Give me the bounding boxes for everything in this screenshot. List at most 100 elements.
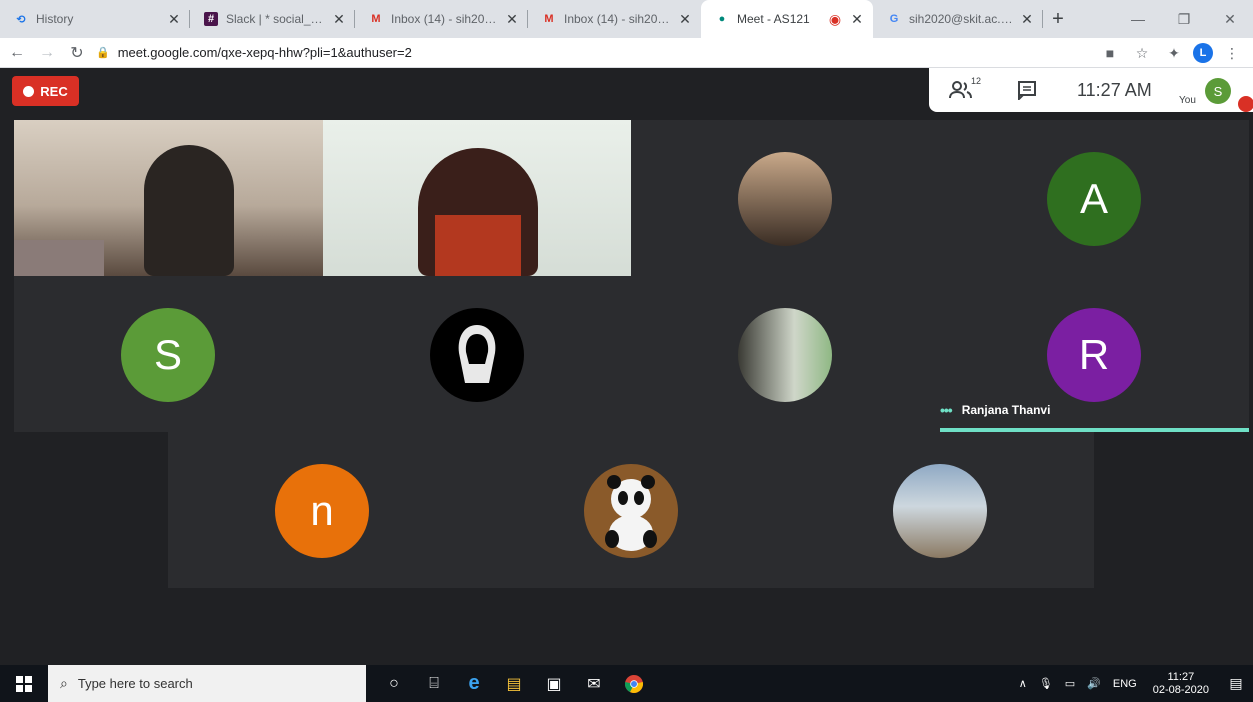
taskbar-clock[interactable]: 11:27 02-08-2020 (1153, 671, 1209, 697)
taskbar-apps: ○ ⌸ e ▤ ▣ ✉ (374, 665, 654, 702)
task-view-icon[interactable]: ⌸ (414, 665, 454, 702)
show-hidden-icons-icon[interactable]: ∧ (1019, 677, 1027, 690)
close-icon[interactable]: ✕ (166, 11, 182, 28)
tab-title: sih2020@skit.ac.in - Go (909, 12, 1013, 26)
initial-avatar: R (1047, 308, 1141, 402)
history-icon: ⟲ (16, 13, 26, 26)
clothing-detail (435, 215, 521, 276)
new-tab-button[interactable]: + (1043, 0, 1073, 38)
participant-photo-avatar (738, 308, 832, 402)
extensions-icon[interactable]: ✦ (1161, 40, 1187, 66)
record-dot-icon (23, 85, 35, 97)
tile-participant-hoodie[interactable] (323, 276, 631, 432)
active-speaker-label: ••• Ranjana Thanvi (940, 402, 1050, 418)
clock-date: 02-08-2020 (1152, 683, 1209, 696)
tile-participant-panda[interactable] (477, 432, 786, 588)
start-button[interactable] (0, 665, 48, 702)
people-icon (949, 81, 972, 99)
tab-history[interactable]: ⟲ History ✕ (0, 0, 190, 38)
self-avatar[interactable]: S (1205, 78, 1231, 104)
mail-icon[interactable]: ✉ (574, 665, 614, 702)
close-icon[interactable]: ✕ (331, 11, 347, 28)
file-explorer-icon[interactable]: ▤ (494, 665, 534, 702)
panda-toy-icon (605, 475, 657, 551)
gmail-icon: M (371, 13, 381, 25)
initial-avatar: A (1047, 152, 1141, 246)
network-icon[interactable]: ▭ (1065, 677, 1075, 690)
slack-icon: # (204, 12, 218, 26)
initial-avatar: S (121, 308, 215, 402)
meet-top-bar: 12 11:27 AM You S (929, 68, 1253, 112)
menu-dots-icon[interactable]: ⋮ (1219, 40, 1245, 66)
tab-strip: ⟲ History ✕ # Slack | * social_media | ✕… (0, 0, 1253, 38)
forward-icon[interactable]: → (34, 40, 60, 66)
background-detail (14, 240, 104, 276)
participant-photo-avatar (893, 464, 987, 558)
language-indicator[interactable]: ENG (1113, 678, 1137, 690)
chat-button[interactable] (1017, 80, 1037, 102)
reload-icon[interactable]: ↻ (64, 40, 90, 66)
search-icon: ⌕ (60, 675, 68, 691)
store-icon[interactable]: ▣ (534, 665, 574, 702)
windows-logo-icon (16, 675, 32, 692)
microphone-icon[interactable]: 🎙 (1039, 677, 1053, 690)
tab-gmail-2[interactable]: M Inbox (14) - sih2020@sk ✕ (528, 0, 701, 38)
close-icon[interactable]: ✕ (677, 11, 693, 28)
url-text: meet.google.com/qxe-xepq-hhw?pli=1&authu… (117, 45, 412, 60)
lock-icon: 🔒 (96, 47, 110, 59)
participant-count: 12 (971, 76, 982, 86)
mic-off-icon (1238, 96, 1253, 112)
participants-button[interactable]: 12 (949, 76, 983, 102)
minimize-icon[interactable]: — (1115, 0, 1161, 38)
tab-meet[interactable]: ● Meet - AS121 ◉ ✕ (701, 0, 873, 38)
close-window-icon[interactable]: ✕ (1207, 0, 1253, 38)
search-placeholder: Type here to search (77, 676, 193, 691)
address-bar[interactable]: 🔒 meet.google.com/qxe-xepq-hhw?pli=1&aut… (96, 40, 1056, 66)
tab-google[interactable]: G sih2020@skit.ac.in - Go ✕ (873, 0, 1043, 38)
windows-taskbar: ⌕ Type here to search ○ ⌸ e ▤ ▣ ✉ ∧ 🎙 ▭ … (0, 665, 1253, 702)
tab-title: Slack | * social_media | (226, 12, 325, 26)
bookmark-star-icon[interactable]: ☆ (1129, 40, 1155, 66)
tile-participant-photo-3[interactable] (786, 432, 1094, 588)
speaking-indicator-icon: ••• (940, 402, 953, 418)
tab-gmail-1[interactable]: M Inbox (14) - sih2020@sk ✕ (355, 0, 528, 38)
taskbar-search-box[interactable]: ⌕ Type here to search (48, 665, 366, 702)
tab-title: History (36, 12, 74, 26)
restore-icon[interactable]: ❐ (1161, 0, 1207, 38)
speaker-name: Ranjana Thanvi (961, 403, 1051, 417)
tab-separator (1042, 10, 1043, 28)
tile-participant-photo-2[interactable] (631, 276, 940, 432)
participant-photo-avatar (584, 464, 678, 558)
video-tile-participant-2[interactable] (323, 120, 631, 276)
tile-participant-n[interactable]: n (168, 432, 477, 588)
rec-badge: REC (12, 76, 79, 106)
participant-photo-avatar (430, 308, 524, 402)
video-tile-participant-1[interactable] (14, 120, 323, 276)
tile-participant-a[interactable]: A (940, 120, 1249, 276)
notifications-icon[interactable]: ▤ (1219, 665, 1253, 702)
camera-icon[interactable]: ■ (1097, 40, 1123, 66)
profile-avatar[interactable]: L (1193, 43, 1213, 63)
hooded-figure-icon (458, 325, 496, 383)
chrome-icon[interactable] (614, 665, 654, 702)
close-icon[interactable]: ✕ (504, 11, 520, 28)
tile-participant-3[interactable] (631, 120, 940, 276)
tab-title: Inbox (14) - sih2020@sk (391, 12, 498, 26)
edge-icon[interactable]: e (454, 665, 494, 702)
participant-silhouette (144, 145, 234, 276)
chrome-logo (625, 674, 643, 693)
cortana-icon[interactable]: ○ (374, 665, 414, 702)
tab-title: Inbox (14) - sih2020@sk (564, 12, 671, 26)
rec-label: REC (40, 83, 68, 99)
tile-participant-s[interactable]: S (14, 276, 323, 432)
toolbar-icons: ■ ☆ ✦ L ⋮ (1097, 38, 1245, 68)
address-bar-row: ← → ↻ 🔒 meet.google.com/qxe-xepq-hhw?pli… (0, 38, 1253, 68)
volume-icon[interactable]: 🔊 (1087, 677, 1101, 690)
close-icon[interactable]: ✕ (1019, 11, 1035, 28)
close-icon[interactable]: ✕ (849, 11, 865, 28)
tab-slack[interactable]: # Slack | * social_media | ✕ (190, 0, 355, 38)
recording-indicator-icon: ◉ (828, 10, 842, 27)
back-icon[interactable]: ← (4, 40, 30, 66)
meet-icon: ● (718, 13, 726, 25)
clock-time: 11:27 (1167, 670, 1195, 683)
